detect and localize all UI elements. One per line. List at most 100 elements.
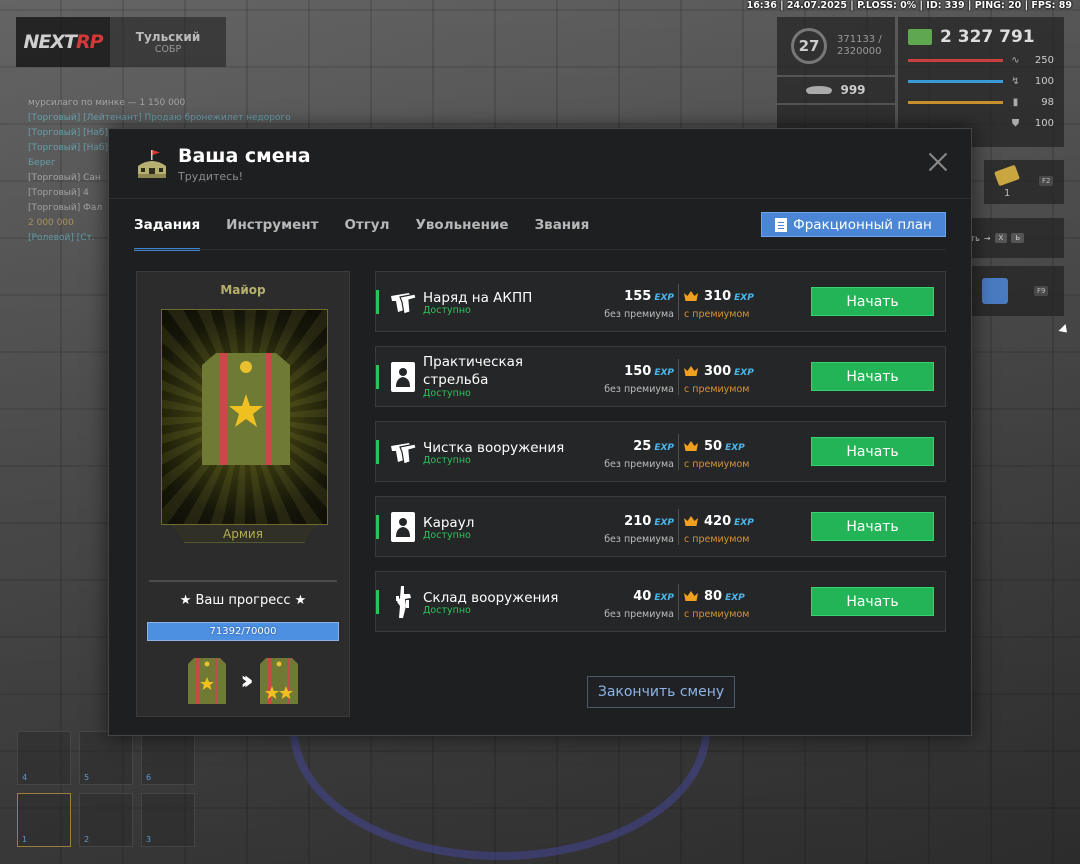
end-shift-button[interactable]: Закончить смену: [587, 676, 735, 708]
health-bar: [908, 59, 1003, 62]
exp-label: EXP: [725, 443, 745, 453]
start-task-button[interactable]: Начать: [811, 362, 934, 391]
target-icon: [389, 362, 417, 392]
server-logo: NEXT RP: [16, 17, 110, 67]
food-value: 98: [1041, 97, 1054, 108]
exp-value: 25: [633, 439, 652, 454]
tab-day-off[interactable]: Отгул: [344, 217, 389, 251]
document-icon: [775, 217, 788, 232]
task-row: Караул Доступно 210 EXP без премиума 420 E…: [375, 496, 946, 557]
organization-info: Тульский СОБР: [110, 17, 226, 67]
exp-label: EXP: [654, 593, 674, 603]
task-status: Доступно: [423, 455, 471, 466]
task-exp-premium: 300 EXP: [684, 364, 754, 379]
exp-label: EXP: [734, 368, 754, 378]
start-task-button[interactable]: Начать: [811, 437, 934, 466]
stamina-value: 100: [1034, 76, 1054, 87]
exp-divider: [678, 434, 679, 470]
exp-label: EXP: [734, 293, 754, 303]
target-icon: [389, 512, 417, 542]
keys-hint-panel: нить → X Ь: [960, 218, 1064, 258]
faction-plan-button[interactable]: Фракционный план: [761, 212, 946, 237]
armor-value: 100: [1034, 118, 1054, 129]
barracks-icon: [138, 150, 166, 178]
xp-current: 371133 /: [837, 34, 882, 45]
task-status: Доступно: [423, 388, 471, 399]
slot-number: 4: [22, 773, 28, 782]
hotkey-label: F2: [1039, 176, 1054, 186]
rank-card: Майор Армия ★ Ваш прогресс ★ 71392/70000: [136, 271, 350, 717]
start-task-button[interactable]: Начать: [811, 512, 934, 541]
weapon-slot[interactable]: 4: [17, 731, 71, 785]
exp-label: EXP: [654, 368, 674, 378]
exp-label: EXP: [654, 518, 674, 528]
weapon-slot[interactable]: 5: [79, 731, 133, 785]
stat-food: ▮ 98: [908, 95, 1054, 110]
exp-divider: [678, 584, 679, 620]
crown-icon: [684, 591, 698, 601]
close-icon[interactable]: [927, 151, 949, 173]
task-status: Доступно: [423, 305, 471, 316]
exp-divider: [678, 284, 679, 320]
weapon-slot[interactable]: 3: [141, 793, 195, 847]
modal-subtitle: Трудитесь!: [178, 170, 244, 183]
chat-line: [Торговый] [Лейтенант] Продаю бронежилет…: [28, 113, 291, 123]
exp-value: 150: [624, 364, 652, 379]
xp-total: 2320000: [837, 46, 882, 57]
task-status-accent: [376, 365, 379, 389]
key-cap: Ь: [1011, 233, 1025, 243]
stat-stamina: ↯ 100: [908, 74, 1054, 89]
logo-text-accent: RP: [75, 31, 104, 53]
level-xp: 371133 / 2320000: [837, 34, 882, 58]
mustache-icon: [806, 86, 833, 94]
without-premium-label: без премиума: [604, 384, 674, 395]
weapon-slot[interactable]: 6: [141, 731, 195, 785]
tab-dismissal[interactable]: Увольнение: [415, 217, 508, 251]
exp-label: EXP: [654, 443, 674, 453]
cash-icon: [908, 29, 932, 45]
slot-number: 6: [146, 773, 152, 782]
rank-upgrade-row: ››: [137, 658, 349, 704]
level-badge: 27: [791, 28, 827, 64]
task-status-accent: [376, 440, 379, 464]
task-exp-premium: 310 EXP: [684, 289, 754, 304]
task-row: Практическая стрельба Доступно 150 EXP бе…: [375, 346, 946, 407]
next-rank-strap-icon: [259, 658, 298, 704]
inventory-count: 1: [1004, 188, 1011, 199]
organization-faction: СОБР: [154, 43, 182, 55]
task-status: Доступно: [423, 530, 471, 541]
task-exp: 40 EXP: [600, 589, 674, 604]
likes-panel: 999: [777, 77, 895, 103]
task-exp: 150 EXP: [600, 364, 674, 379]
exp-value: 155: [624, 289, 652, 304]
with-premium-label: с премиумом: [684, 609, 750, 620]
tab-ranks[interactable]: Звания: [535, 217, 590, 251]
calendar-panel[interactable]: F9: [968, 266, 1064, 316]
task-name: Практическая стрельба: [423, 354, 524, 388]
without-premium-label: без премиума: [604, 459, 674, 470]
weapon-slot[interactable]: 1: [17, 793, 71, 847]
likes-count: 999: [840, 83, 866, 97]
without-premium-label: без премиума: [604, 609, 674, 620]
logo-text: NEXT: [23, 31, 76, 53]
money-row: 2 327 791: [908, 27, 1054, 47]
with-premium-label: с премиумом: [684, 384, 750, 395]
food-icon: ▮: [1012, 97, 1019, 108]
organization-name: Тульский: [135, 29, 201, 44]
tab-tasks[interactable]: Задания: [134, 217, 201, 251]
weapon-slot[interactable]: 2: [79, 793, 133, 847]
task-status-accent: [376, 590, 379, 614]
tabs-divider: [134, 249, 946, 250]
crown-icon: [684, 291, 698, 301]
modal-title: Ваша смена: [178, 145, 311, 167]
rank-progress-text: 71392/70000: [209, 626, 277, 637]
inventory-quick-panel[interactable]: 1 F2: [984, 160, 1064, 204]
start-task-button[interactable]: Начать: [811, 287, 934, 316]
tab-tools[interactable]: Инструмент: [226, 217, 318, 251]
start-task-button[interactable]: Начать: [811, 587, 934, 616]
health-value: 250: [1034, 55, 1054, 66]
crown-icon: [684, 441, 698, 451]
task-exp: 25 EXP: [600, 439, 674, 454]
without-premium-label: без премиума: [604, 534, 674, 545]
money-value: 2 327 791: [940, 27, 1035, 47]
